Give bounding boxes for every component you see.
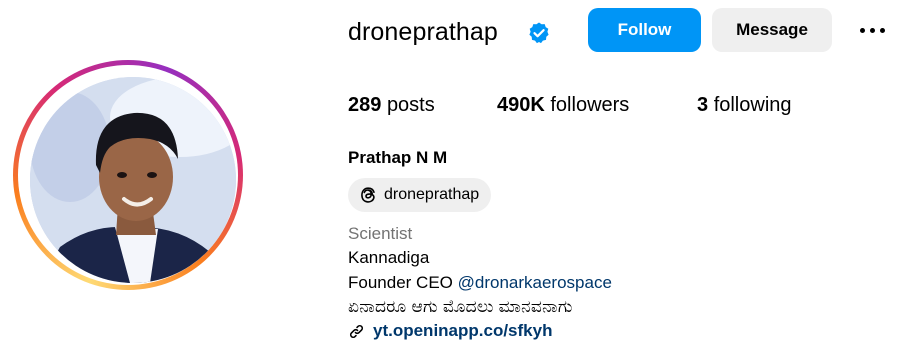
followers-number: 490K — [497, 94, 545, 116]
bio-line: ಏನಾದರೂ ಆಗು ಮೊದಲು ಮಾನವನಾಗು — [348, 297, 573, 316]
profile-photo — [30, 77, 236, 283]
link-icon — [350, 324, 363, 338]
threads-handle: droneprathap — [384, 186, 480, 203]
threads-badge[interactable]: droneprathap — [348, 178, 492, 212]
following-label: following — [713, 94, 792, 116]
avatar[interactable] — [30, 77, 236, 283]
bio-text: Founder CEO — [348, 273, 453, 292]
threads-icon — [361, 187, 375, 203]
posts-number: 289 — [348, 94, 382, 116]
posts-count: 289 posts — [348, 91, 435, 119]
followers-label: followers — [550, 94, 630, 116]
followers-link[interactable]: 490K followers — [497, 91, 629, 119]
more-options-icon[interactable] — [854, 19, 890, 41]
username: droneprathap — [348, 18, 498, 46]
following-link[interactable]: 3 following — [697, 91, 792, 119]
mention-link[interactable]: @dronarkaerospace — [458, 273, 612, 292]
story-ring[interactable] — [13, 60, 243, 290]
follow-button[interactable]: Follow — [588, 8, 701, 52]
profile-header: droneprathap Follow Message 289 posts 49… — [0, 0, 905, 352]
bio-line: Kannadiga — [348, 248, 430, 267]
bio-line: Founder CEO @dronarkaerospace — [348, 272, 612, 294]
message-button[interactable]: Message — [712, 8, 832, 52]
full-name: Prathap N M — [348, 148, 448, 167]
verified-badge-icon — [529, 22, 549, 44]
category-label: Scientist — [348, 224, 413, 243]
posts-label: posts — [386, 94, 435, 116]
bio-link-text: yt.openinapp.co/sfkyh — [373, 321, 553, 340]
bio-link[interactable]: yt.openinapp.co/sfkyh — [348, 320, 552, 342]
following-number: 3 — [697, 94, 709, 116]
